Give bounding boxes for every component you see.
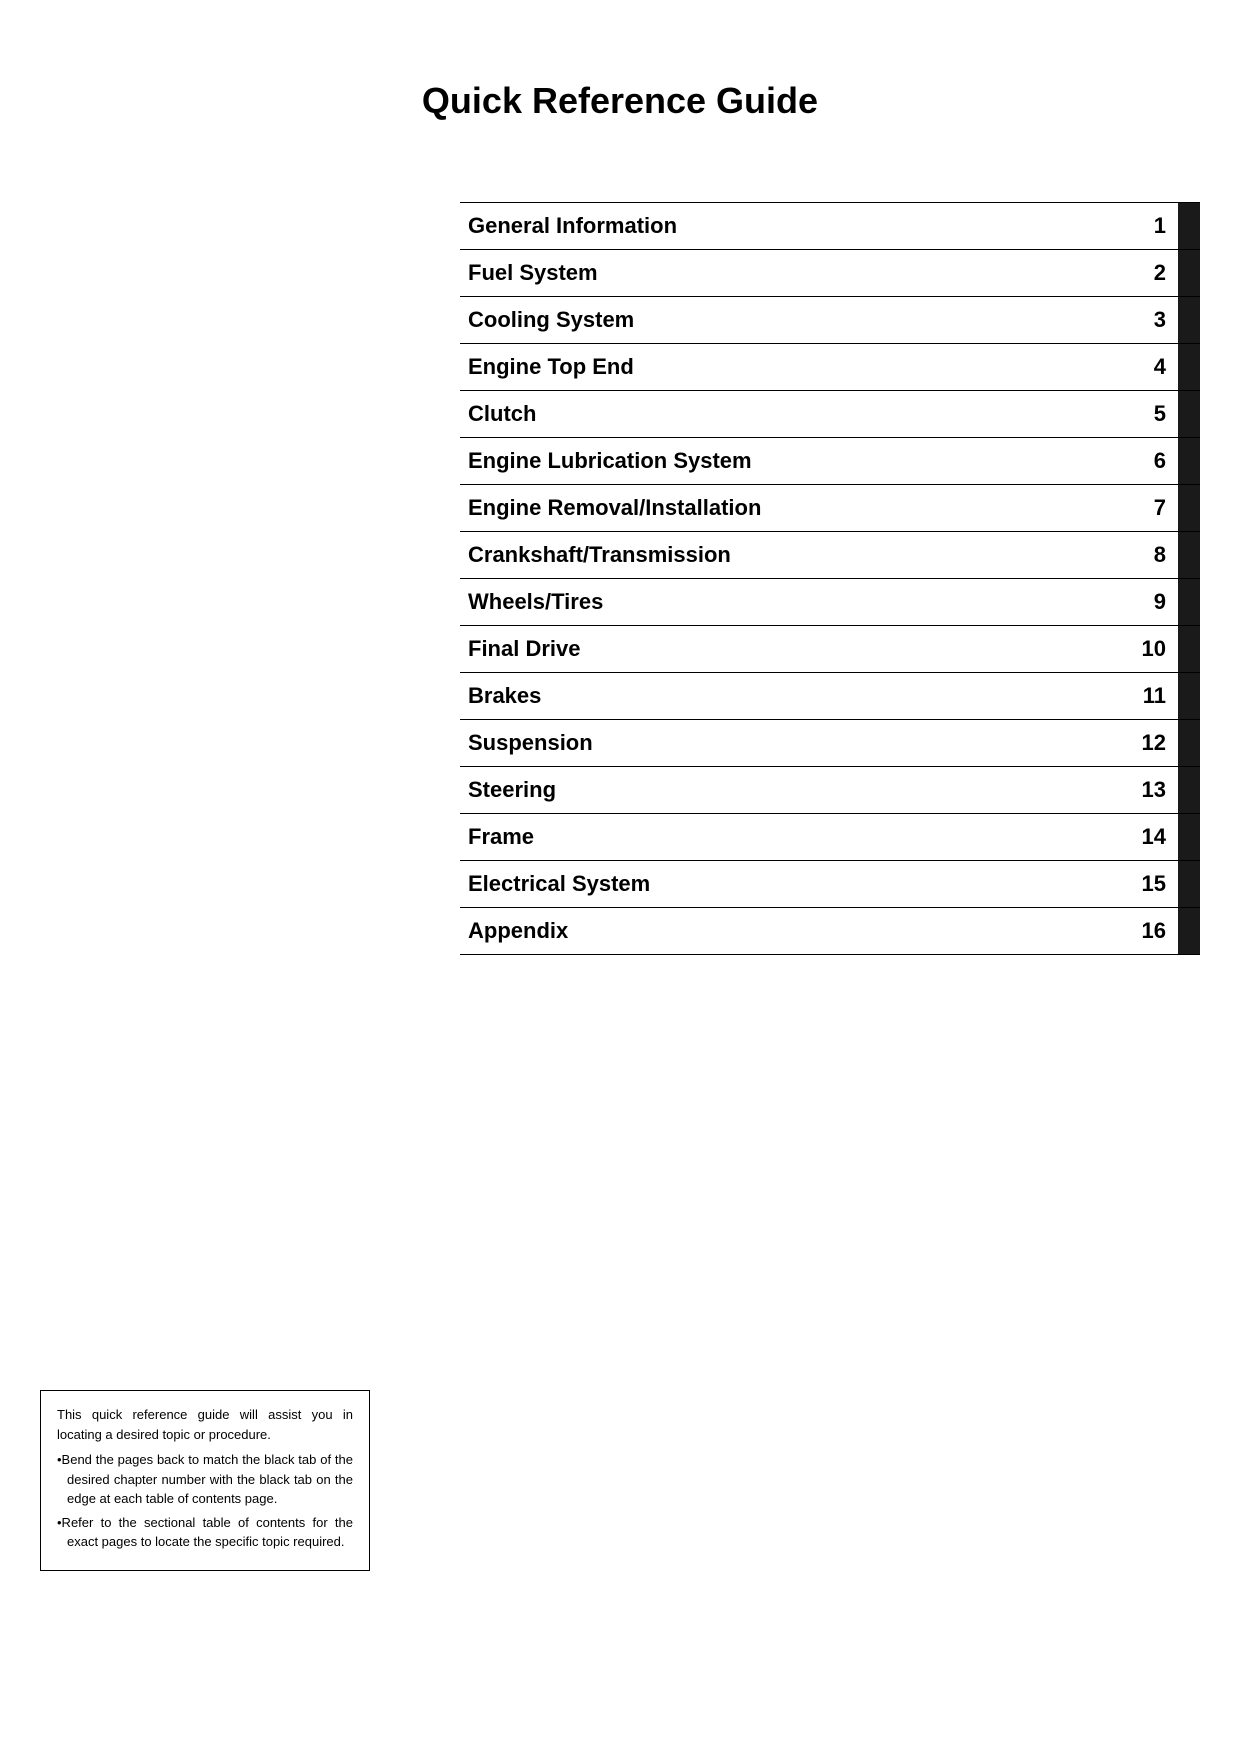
toc-tab <box>1178 485 1200 531</box>
toc-label: Electrical System <box>460 861 1134 907</box>
toc-label: General Information <box>460 203 1138 249</box>
toc-tab <box>1178 438 1200 484</box>
toc-number: 5 <box>1138 391 1178 437</box>
toc-row: Electrical System15 <box>460 860 1200 907</box>
toc-label: Clutch <box>460 391 1138 437</box>
toc-row: Appendix16 <box>460 907 1200 955</box>
toc-number: 3 <box>1138 297 1178 343</box>
toc-label: Frame <box>460 814 1134 860</box>
toc-row: Engine Top End4 <box>460 343 1200 390</box>
toc-number: 15 <box>1134 861 1178 907</box>
toc-number: 1 <box>1138 203 1178 249</box>
toc-tab <box>1178 814 1200 860</box>
info-line1: This quick reference guide will assist y… <box>57 1405 353 1444</box>
info-box: This quick reference guide will assist y… <box>40 1390 370 1571</box>
toc-row: Engine Lubrication System6 <box>460 437 1200 484</box>
toc-number: 12 <box>1134 720 1178 766</box>
toc-row: Clutch5 <box>460 390 1200 437</box>
info-bullet2: •Refer to the sectional table of content… <box>57 1513 353 1552</box>
toc-number: 8 <box>1138 532 1178 578</box>
toc-tab <box>1178 297 1200 343</box>
toc-row: Wheels/Tires9 <box>460 578 1200 625</box>
toc-number: 2 <box>1138 250 1178 296</box>
table-of-contents: General Information1Fuel System2Cooling … <box>460 202 1200 955</box>
toc-tab <box>1178 344 1200 390</box>
toc-label: Suspension <box>460 720 1134 766</box>
toc-tab <box>1178 908 1200 954</box>
toc-row: Steering13 <box>460 766 1200 813</box>
toc-tab <box>1178 250 1200 296</box>
toc-tab <box>1178 532 1200 578</box>
toc-label: Fuel System <box>460 250 1138 296</box>
toc-label: Cooling System <box>460 297 1138 343</box>
toc-label: Final Drive <box>460 626 1134 672</box>
toc-tab <box>1178 579 1200 625</box>
toc-label: Engine Top End <box>460 344 1138 390</box>
toc-number: 16 <box>1134 908 1178 954</box>
toc-tab <box>1178 203 1200 249</box>
toc-label: Brakes <box>460 673 1135 719</box>
toc-tab <box>1178 861 1200 907</box>
toc-number: 10 <box>1134 626 1178 672</box>
toc-row: General Information1 <box>460 202 1200 249</box>
toc-tab <box>1178 720 1200 766</box>
toc-row: Cooling System3 <box>460 296 1200 343</box>
info-bullet1: •Bend the pages back to match the black … <box>57 1450 353 1509</box>
toc-number: 7 <box>1138 485 1178 531</box>
toc-number: 13 <box>1134 767 1178 813</box>
toc-number: 9 <box>1138 579 1178 625</box>
toc-row: Fuel System2 <box>460 249 1200 296</box>
toc-label: Engine Lubrication System <box>460 438 1138 484</box>
toc-label: Engine Removal/Installation <box>460 485 1138 531</box>
toc-number: 4 <box>1138 344 1178 390</box>
toc-tab <box>1178 626 1200 672</box>
toc-number: 6 <box>1138 438 1178 484</box>
toc-number: 11 <box>1135 673 1178 719</box>
toc-row: Suspension12 <box>460 719 1200 766</box>
toc-row: Brakes11 <box>460 672 1200 719</box>
toc-tab <box>1178 391 1200 437</box>
toc-label: Steering <box>460 767 1134 813</box>
toc-row: Final Drive10 <box>460 625 1200 672</box>
toc-row: Crankshaft/Transmission8 <box>460 531 1200 578</box>
toc-label: Crankshaft/Transmission <box>460 532 1138 578</box>
toc-label: Appendix <box>460 908 1134 954</box>
toc-row: Frame14 <box>460 813 1200 860</box>
page-title: Quick Reference Guide <box>0 0 1240 182</box>
toc-tab <box>1178 767 1200 813</box>
toc-row: Engine Removal/Installation7 <box>460 484 1200 531</box>
toc-number: 14 <box>1134 814 1178 860</box>
toc-label: Wheels/Tires <box>460 579 1138 625</box>
toc-tab <box>1178 673 1200 719</box>
